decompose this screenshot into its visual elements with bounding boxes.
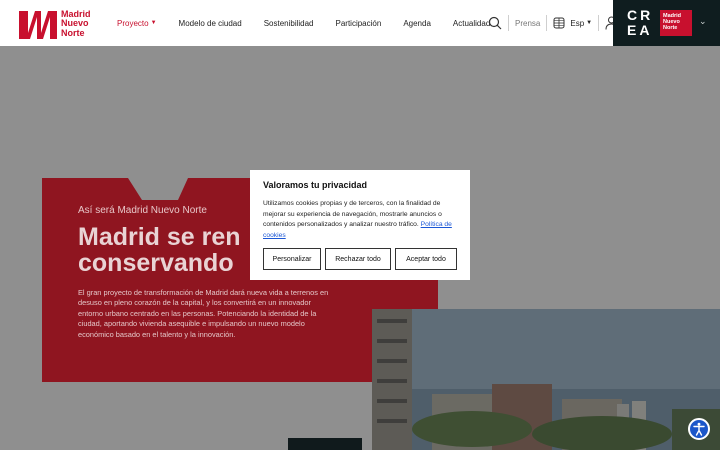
language-selector[interactable]: Esp ▼ (570, 19, 592, 28)
header-tools: Prensa Esp ▼ (488, 0, 618, 46)
divider (546, 15, 548, 31)
nav-item-actualidad[interactable]: Actualidad (453, 19, 490, 28)
accessibility-icon (693, 422, 705, 436)
madrid-nuevo-norte-logo-icon (19, 11, 57, 39)
cookie-text: Utilizamos cookies propias y de terceros… (263, 200, 452, 239)
cookie-consent-dialog: Valoramos tu privacidad Utilizamos cooki… (250, 170, 470, 280)
cookie-title: Valoramos tu privacidad (263, 180, 368, 190)
logo-text: Madrid Nuevo Norte (61, 8, 91, 38)
dark-cta-block[interactable] (288, 438, 362, 450)
cookie-buttons: Personalizar Rechazar todo Aceptar todo (263, 248, 461, 270)
prensa-link[interactable]: Prensa (515, 19, 540, 28)
hero-eyebrow: Así será Madrid Nuevo Norte (78, 205, 207, 216)
chevron-down-icon: ▼ (586, 20, 593, 26)
crea-panel[interactable]: CR EA Madrid Nuevo Norte ⌄ (613, 0, 720, 46)
accessibility-button[interactable] (688, 418, 710, 440)
chevron-down-icon: ▼ (150, 20, 157, 26)
city-photo-image (372, 309, 720, 450)
site-header: Madrid Nuevo Norte Proyecto ▼ Modelo de c… (0, 0, 720, 46)
divider (508, 15, 509, 31)
chevron-down-icon: ⌄ (699, 16, 707, 26)
hero-photo (372, 309, 720, 450)
globe-icon[interactable] (553, 17, 565, 29)
site-logo[interactable]: Madrid Nuevo Norte (19, 8, 99, 40)
nav-item-proyecto[interactable]: Proyecto ▼ (117, 19, 157, 28)
divider (598, 15, 600, 31)
nav-item-sostenibilidad[interactable]: Sostenibilidad (264, 19, 314, 28)
accept-all-button[interactable]: Aceptar todo (395, 248, 457, 270)
hero-body: El gran proyecto de transformación de Ma… (78, 288, 329, 339)
nav-item-participacion[interactable]: Participación (336, 19, 382, 28)
nav-item-modelo-de-ciudad[interactable]: Modelo de ciudad (179, 19, 242, 28)
customize-button[interactable]: Personalizar (263, 248, 321, 270)
main-nav: Proyecto ▼ Modelo de ciudad Sostenibilida… (117, 0, 512, 46)
reject-all-button[interactable]: Rechazar todo (325, 248, 391, 270)
nav-item-agenda[interactable]: Agenda (403, 19, 431, 28)
search-icon[interactable] (488, 16, 502, 30)
crea-badge: Madrid Nuevo Norte (660, 10, 692, 36)
crea-wordmark: CR EA (627, 7, 654, 38)
